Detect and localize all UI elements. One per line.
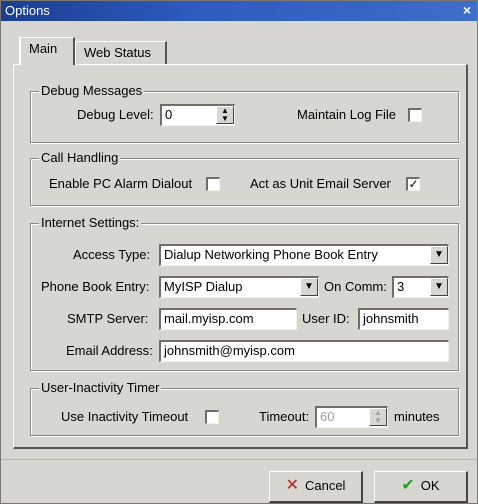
x-icon: ✕ [285, 477, 299, 494]
debug-level-value: 0 [165, 107, 173, 122]
email-server-label: Act as Unit Email Server [250, 176, 391, 191]
ok-label: OK [420, 478, 440, 493]
minutes-label: minutes [394, 409, 440, 424]
chevron-down-icon[interactable]: ▼ [430, 278, 448, 296]
use-inactivity-checkbox[interactable] [205, 410, 219, 424]
smtp-input[interactable]: mail.myisp.com [159, 308, 297, 330]
phonebook-select[interactable]: MyISP Dialup ▼ [159, 276, 319, 298]
phonebook-label: Phone Book Entry: [41, 279, 150, 294]
userid-input[interactable]: johnsmith [358, 308, 449, 330]
checkmark-icon: ✓ [408, 177, 419, 191]
tab-web-status[interactable]: Web Status [75, 41, 167, 65]
pc-alarm-dialout-label: Enable PC Alarm Dialout [49, 176, 193, 191]
group-title-inactivity: User-Inactivity Timer [39, 380, 162, 395]
email-input[interactable]: johnsmith@myisp.com [159, 340, 449, 362]
access-type-value: Dialup Networking Phone Book Entry [164, 247, 378, 262]
timeout-spinner[interactable]: 60 ▲ ▼ [315, 406, 388, 428]
cancel-label: Cancel [304, 478, 346, 493]
phonebook-value: MyISP Dialup [164, 279, 243, 294]
on-comm-select[interactable]: 3 ▼ [392, 276, 449, 298]
email-server-checkbox[interactable]: ✓ [406, 177, 420, 191]
title-bar[interactable]: Options × [1, 1, 477, 21]
userid-value: johnsmith [363, 311, 419, 326]
maintain-log-label: Maintain Log File [297, 107, 396, 122]
chevron-down-icon[interactable]: ▼ [430, 246, 448, 264]
spinner-arrows-icon[interactable]: ▲ ▼ [369, 408, 387, 426]
debug-level-spinner[interactable]: 0 ▲ ▼ [160, 104, 235, 126]
email-label: Email Address: [66, 343, 153, 358]
spinner-arrows-icon[interactable]: ▲ ▼ [216, 106, 234, 124]
group-title-debug: Debug Messages [39, 83, 145, 98]
email-value: johnsmith@myisp.com [164, 343, 295, 358]
use-inactivity-label: Use Inactivity Timeout [61, 409, 189, 424]
cancel-button[interactable]: ✕ Cancel [269, 471, 363, 503]
smtp-label: SMTP Server: [67, 311, 149, 326]
tab-main[interactable]: Main [19, 37, 75, 65]
access-type-select[interactable]: Dialup Networking Phone Book Entry ▼ [159, 244, 449, 266]
on-comm-value: 3 [397, 279, 405, 294]
window-title: Options [5, 3, 50, 18]
on-comm-label: On Comm: [324, 279, 387, 294]
ok-button[interactable]: ✔ OK [374, 471, 468, 503]
smtp-value: mail.myisp.com [164, 311, 254, 326]
checkmark-icon: ✔ [401, 477, 415, 494]
group-title-internet: Internet Settings: [39, 215, 142, 230]
maintain-log-checkbox[interactable] [408, 108, 422, 122]
access-type-label: Access Type: [73, 247, 151, 262]
timeout-value: 60 [320, 409, 335, 424]
footer-divider [1, 459, 477, 460]
close-icon[interactable]: × [460, 2, 474, 18]
userid-label: User ID: [302, 311, 350, 326]
timeout-label: Timeout: [259, 409, 310, 424]
pc-alarm-dialout-checkbox[interactable] [206, 177, 220, 191]
chevron-down-icon[interactable]: ▼ [300, 278, 318, 296]
group-title-call: Call Handling [39, 150, 121, 165]
debug-level-label: Debug Level: [77, 107, 154, 122]
options-dialog: Options × Main Web Status Debug Messages… [0, 0, 478, 504]
